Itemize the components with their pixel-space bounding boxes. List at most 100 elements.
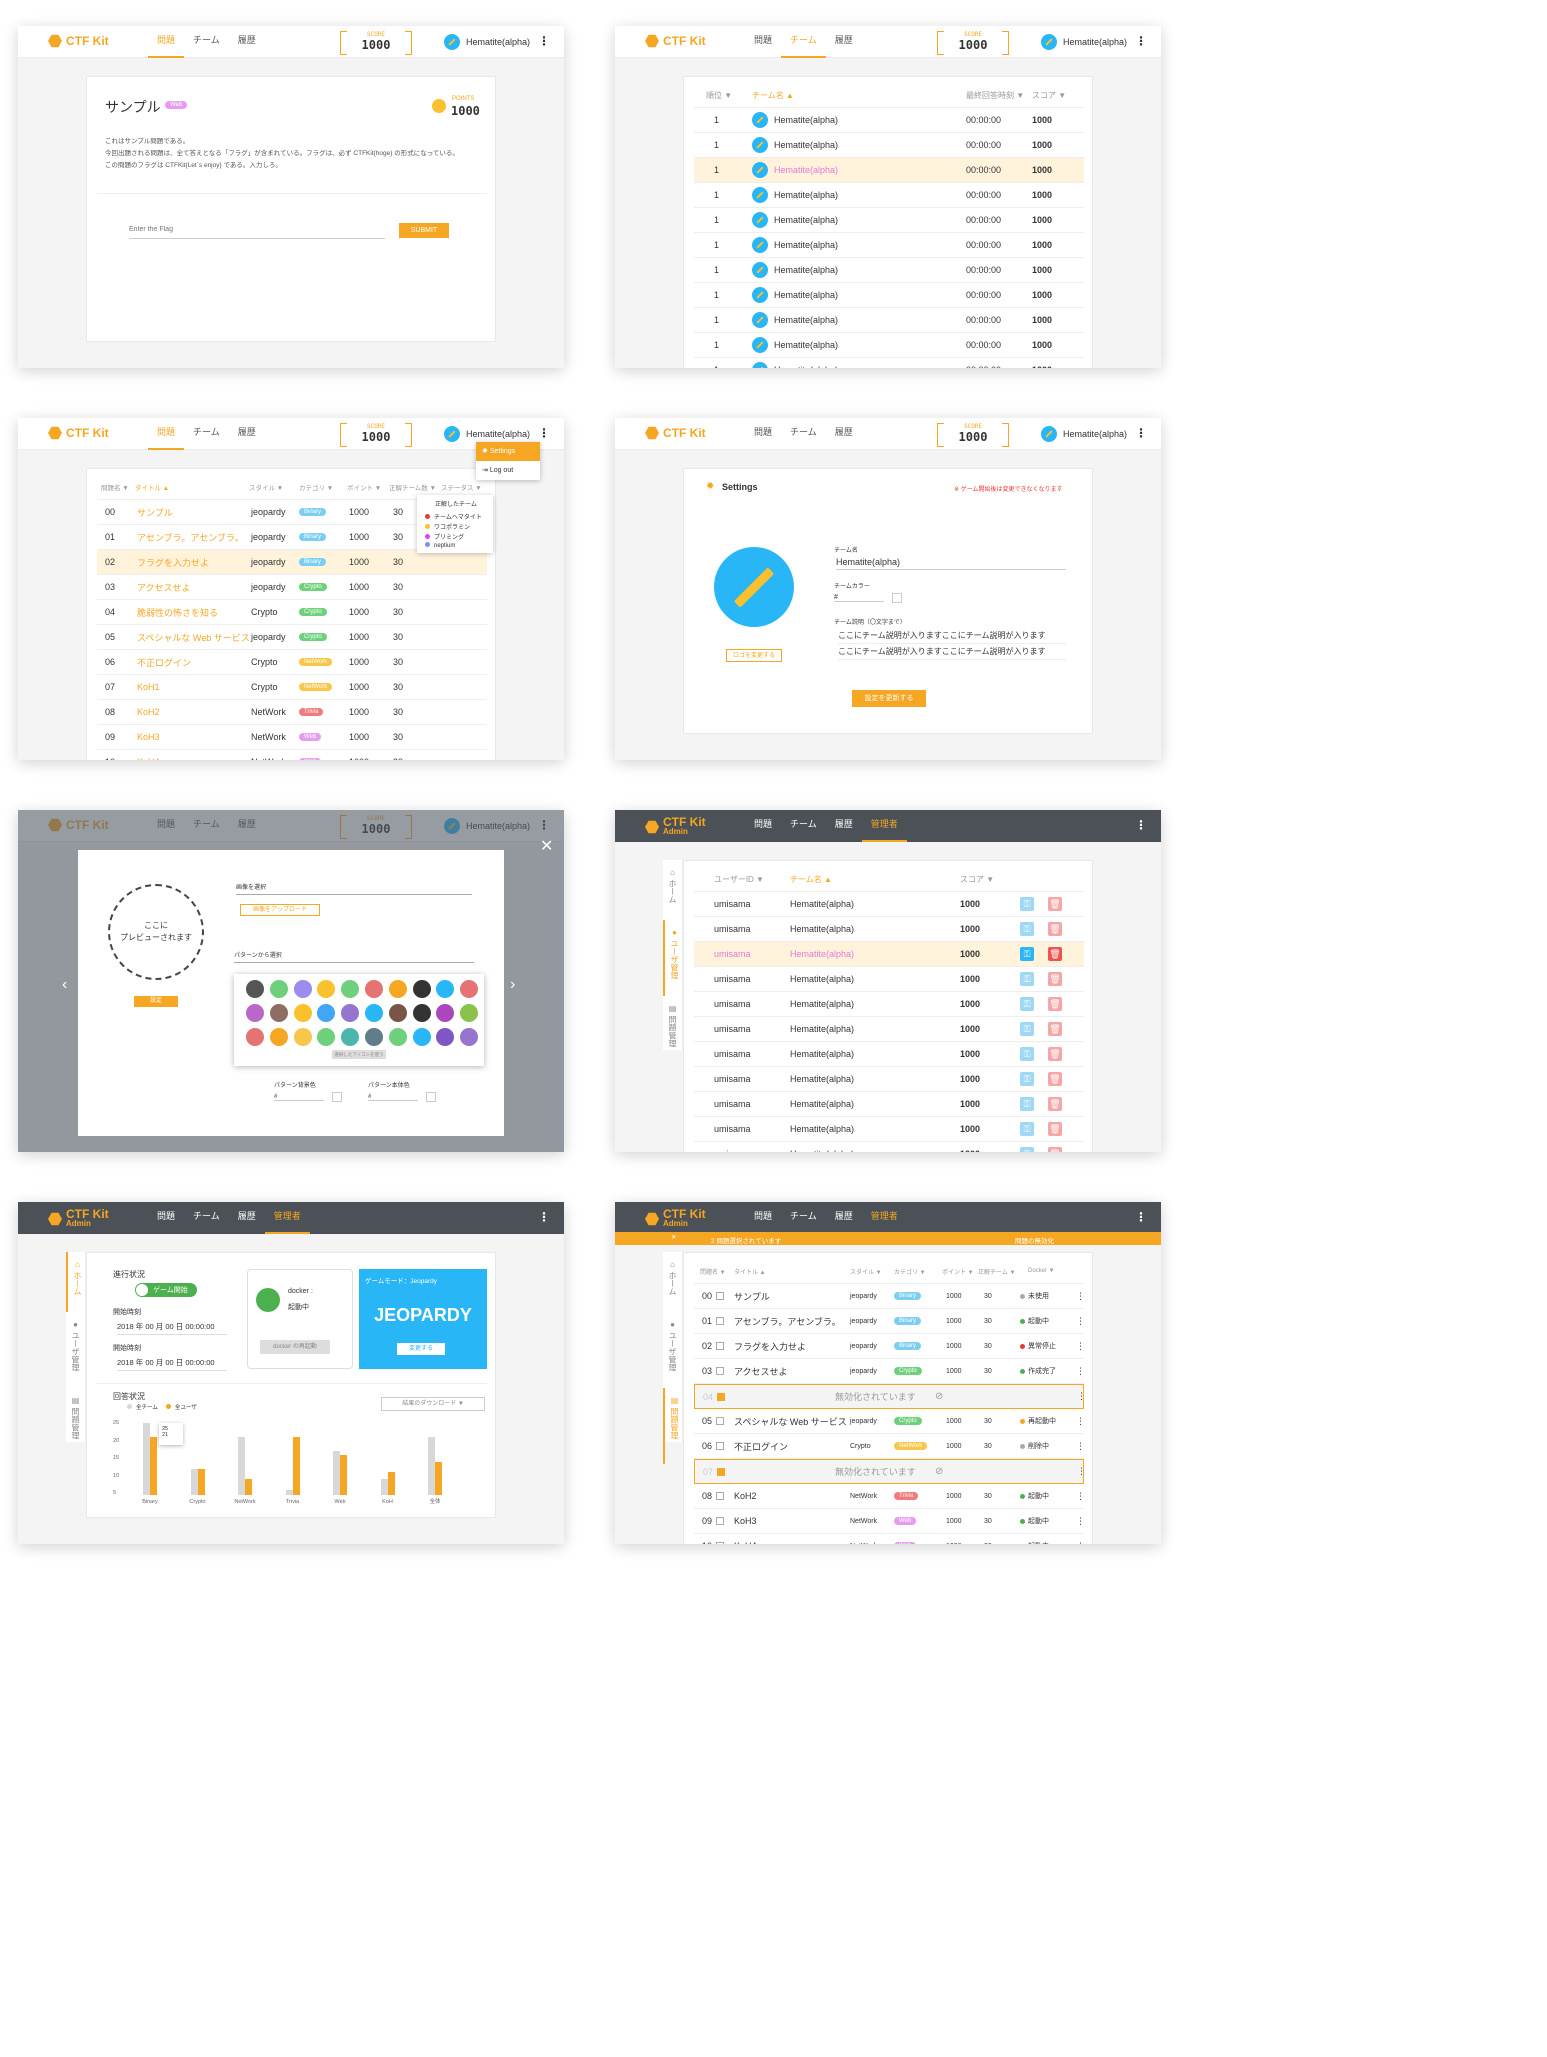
pattern-icon[interactable]	[317, 980, 336, 998]
pattern-icon[interactable]	[246, 980, 264, 998]
table-row[interactable]: 03 アクセスせよ jeopardy Crypto 1000 30	[97, 575, 487, 600]
table-row[interactable]: 1 Hematite(alpha) 00:00:00 1000	[694, 158, 1084, 183]
nav-tab[interactable]: チーム	[184, 1202, 229, 1234]
column-header[interactable]: 正解チーム数 ▼	[389, 482, 436, 492]
pattern-icon[interactable]	[293, 1028, 312, 1046]
column-header[interactable]: 順位 ▼	[706, 90, 732, 101]
row-more-icon[interactable]: ⋮	[1076, 1491, 1085, 1502]
app-logo[interactable]: CTF Kit	[645, 34, 706, 48]
table-row[interactable]: 1 Hematite(alpha) 00:00:00 1000	[694, 333, 1084, 358]
table-row[interactable]: umisama Hematite(alpha) 1000 ⚿ 🗑	[694, 1067, 1084, 1092]
pattern-icon[interactable]	[365, 1004, 383, 1022]
more-menu-icon[interactable]: ⋮	[1135, 1210, 1147, 1224]
app-logo[interactable]: CTF Kit	[48, 426, 109, 440]
table-row[interactable]: 1 Hematite(alpha) 00:00:00 1000	[694, 283, 1084, 308]
sidebar-item[interactable]: ⌂ ホーム	[663, 860, 682, 920]
table-row[interactable]: 08 KoH2 NetWork Trivia 1000 30 起動中 ⋮	[694, 1484, 1085, 1509]
pattern-icon[interactable]	[317, 1028, 336, 1046]
row-checkbox[interactable]	[716, 1342, 724, 1350]
use-selected-icon-button[interactable]: 選択したアイコンを使う	[332, 1050, 386, 1059]
nav-tab[interactable]: 問題	[745, 418, 781, 450]
row-checkbox[interactable]	[716, 1317, 724, 1325]
column-header[interactable]: チーム名 ▲	[752, 90, 794, 101]
key-icon[interactable]: ⚿	[1020, 1147, 1034, 1152]
key-icon[interactable]: ⚿	[1020, 1047, 1034, 1061]
pattern-icon[interactable]	[460, 1004, 479, 1022]
sidebar-item[interactable]: ▤ 問題管理	[663, 1388, 684, 1464]
table-row[interactable]: 03 アクセスせよ jeopardy Crypto 1000 30 作成完了 ⋮	[694, 1359, 1085, 1384]
table-row[interactable]: 05 スペシャルな Web サービス jeopardy Crypto 1000 30	[97, 625, 487, 650]
table-row[interactable]: umisama Hematite(alpha) 1000 ⚿ 🗑	[694, 992, 1084, 1017]
column-header[interactable]: カテゴリ ▼	[894, 1267, 926, 1276]
user-menu[interactable]: Hematite(alpha)	[1040, 426, 1127, 442]
nav-tab[interactable]: 履歴	[229, 418, 265, 450]
pattern-icon[interactable]	[436, 980, 455, 998]
key-icon[interactable]: ⚿	[1020, 897, 1034, 911]
pattern-icon[interactable]	[269, 980, 288, 998]
more-menu-icon[interactable]: ⋮	[1135, 34, 1147, 48]
table-row[interactable]: 07 無効化されています ⊘ ⋮	[694, 1459, 1086, 1484]
more-menu-icon[interactable]: ⋮	[538, 1210, 550, 1224]
key-icon[interactable]: ⚿	[1020, 1022, 1034, 1036]
trash-icon[interactable]: 🗑	[1048, 1147, 1062, 1152]
table-row[interactable]: 06 不正ログイン Crypto NetWork 1000 30 削除中 ⋮	[694, 1434, 1085, 1459]
table-row[interactable]: umisama Hematite(alpha) 1000 ⚿ 🗑	[694, 1017, 1084, 1042]
sidebar-item[interactable]: ▤ 問題管理	[663, 996, 682, 1072]
color-swatch[interactable]	[426, 1092, 436, 1102]
download-results-select[interactable]: 結果のダウンロード ▼	[381, 1397, 485, 1411]
team-name-field[interactable]: Hematite(alpha)	[836, 557, 1066, 570]
nav-tab[interactable]: 問題	[745, 1202, 781, 1234]
row-checkbox[interactable]	[716, 1542, 724, 1544]
nav-tab-admin[interactable]: 管理者	[264, 1202, 310, 1234]
row-more-icon[interactable]: ⋮	[1076, 1291, 1085, 1302]
pattern-icon[interactable]	[412, 980, 431, 998]
color-swatch[interactable]	[332, 1092, 342, 1102]
pattern-icon[interactable]	[365, 980, 383, 998]
table-row[interactable]: 1 Hematite(alpha) 00:00:00 1000	[694, 258, 1084, 283]
sidebar-item[interactable]: ⌂ ホーム	[663, 1252, 682, 1312]
pattern-icon[interactable]	[460, 980, 479, 998]
nav-tab[interactable]: チーム	[184, 418, 229, 450]
column-header[interactable]: ユーザーID ▼	[714, 874, 764, 885]
row-checkbox[interactable]	[716, 1367, 724, 1375]
pattern-icon[interactable]	[269, 1004, 288, 1022]
nav-tab-admin[interactable]: 管理者	[861, 1202, 907, 1234]
key-icon[interactable]: ⚿	[1020, 1122, 1034, 1136]
pattern-icon[interactable]	[436, 1028, 455, 1046]
nav-tab[interactable]: 問題	[148, 1202, 184, 1234]
row-checkbox[interactable]	[716, 1517, 724, 1525]
column-header[interactable]: 問題名 ▼	[700, 1267, 726, 1276]
nav-tab[interactable]: チーム	[781, 26, 826, 58]
nav-tab[interactable]: 履歴	[229, 26, 265, 58]
pattern-icon[interactable]	[460, 1028, 479, 1046]
key-icon[interactable]: ⚿	[1020, 1072, 1034, 1086]
user-menu[interactable]: Hematite(alpha)	[443, 426, 530, 442]
trash-icon[interactable]: 🗑	[1048, 922, 1062, 936]
table-row[interactable]: 02 フラグを入力せよ jeopardy Binary 1000 30	[97, 550, 487, 575]
submit-button[interactable]: SUBMIT	[399, 223, 449, 238]
pattern-icon[interactable]	[388, 1004, 407, 1022]
pattern-icon[interactable]	[436, 1004, 455, 1022]
more-menu-icon[interactable]: ⋮	[1135, 818, 1147, 832]
pattern-fg-color-field[interactable]: #	[368, 1094, 418, 1101]
table-row[interactable]: umisama Hematite(alpha) 1000 ⚿ 🗑	[694, 1142, 1084, 1152]
table-row[interactable]: umisama Hematite(alpha) 1000 ⚿ 🗑	[694, 892, 1084, 917]
column-header[interactable]: ポイント ▼	[347, 482, 381, 492]
column-header[interactable]: スタイル ▼	[850, 1267, 882, 1276]
row-checkbox[interactable]	[716, 1442, 724, 1450]
column-header[interactable]: スコア ▼	[1032, 90, 1066, 101]
table-row[interactable]: 1 Hematite(alpha) 00:00:00 1000	[694, 208, 1084, 233]
column-header[interactable]: 最終回答時刻 ▼	[966, 90, 1024, 101]
disable-problems-button[interactable]: 問題の無効化	[1015, 1235, 1054, 1245]
table-row[interactable]: 04 脆弱性の怖さを知る Crypto Crypto 1000 30	[97, 600, 487, 625]
table-row[interactable]: 1 Hematite(alpha) 00:00:00 1000	[694, 233, 1084, 258]
sidebar-item[interactable]: ▤ 問題管理	[66, 1388, 85, 1464]
more-menu-icon[interactable]: ⋮	[1135, 426, 1147, 440]
pattern-bg-color-field[interactable]: #	[274, 1094, 324, 1101]
column-header[interactable]: Docker ▼	[1028, 1268, 1055, 1274]
team-color-field[interactable]: #	[834, 594, 884, 602]
table-row[interactable]: 10 KoH4 NetWork Web 1000 30	[97, 750, 487, 760]
app-logo[interactable]: CTF Kit Admin	[48, 1208, 109, 1228]
table-row[interactable]: 06 不正ログイン Crypto NetWork 1000 30	[97, 650, 487, 675]
table-row[interactable]: 1 Hematite(alpha) 00:00:00 1000	[694, 108, 1084, 133]
